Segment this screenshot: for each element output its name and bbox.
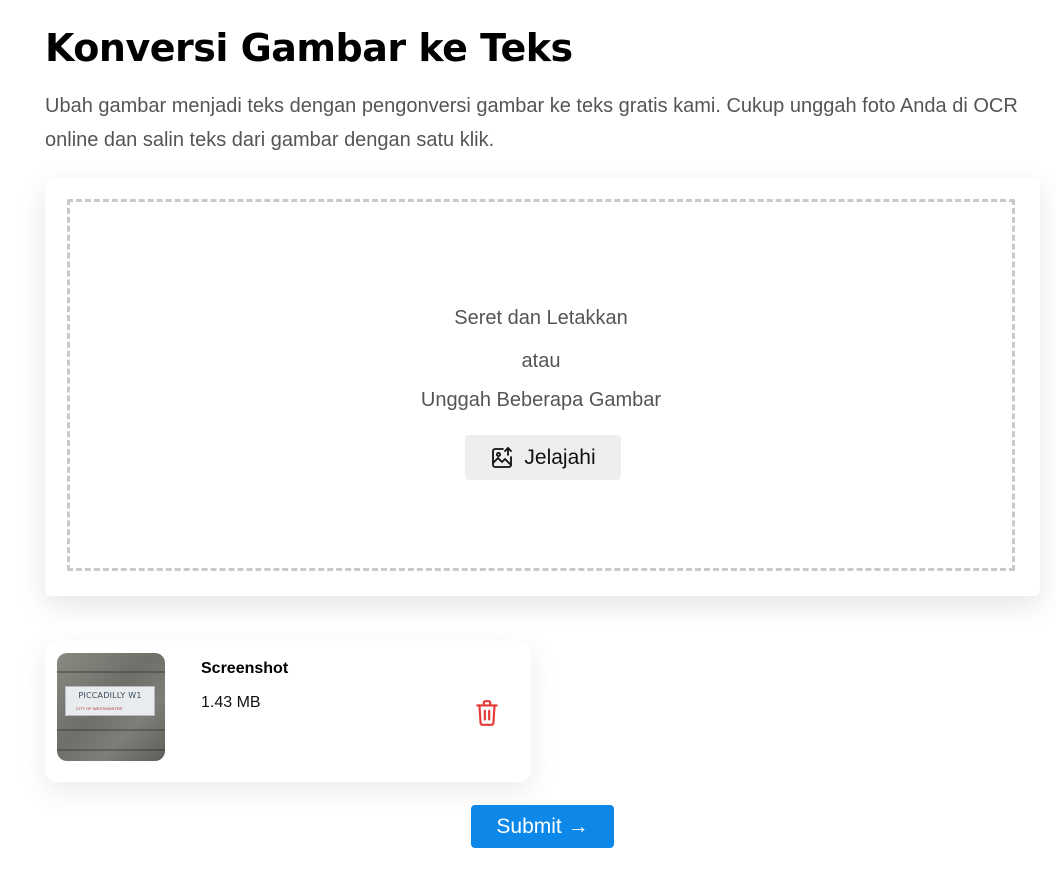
upload-multiple-text: Unggah Beberapa Gambar [420, 389, 662, 411]
page-title: Konversi Gambar ke Teks [45, 26, 573, 70]
page-description: Ubah gambar menjadi teks dengan pengonve… [45, 95, 1018, 151]
uploaded-file-card: PICCADILLY W1 CITY OF WESTMINSTER Screen… [45, 641, 531, 782]
browse-label: Jelajahi [524, 445, 596, 469]
image-upload-icon [490, 446, 514, 470]
drag-drop-text: Seret dan Letakkan [454, 307, 628, 329]
trash-icon [474, 699, 500, 727]
or-text: atau [521, 350, 561, 372]
street-sign-subtext: CITY OF WESTMINSTER [76, 706, 123, 711]
upload-card: Seret dan Letakkan atau Unggah Beberapa … [45, 178, 1040, 596]
submit-button[interactable]: Submit → [471, 805, 614, 848]
file-size: 1.43 MB [201, 694, 261, 711]
file-name: Screenshot [201, 660, 289, 677]
file-thumbnail: PICCADILLY W1 CITY OF WESTMINSTER [57, 653, 165, 761]
street-sign-text: PICCADILLY W1 [78, 691, 142, 700]
dropzone[interactable]: Seret dan Letakkan atau Unggah Beberapa … [67, 199, 1015, 571]
street-sign-image: PICCADILLY W1 CITY OF WESTMINSTER [65, 686, 155, 716]
page: Konversi Gambar ke Teks Ubah gambar menj… [0, 0, 1056, 871]
delete-file-button[interactable] [473, 698, 501, 728]
browse-button[interactable]: Jelajahi [465, 435, 621, 480]
